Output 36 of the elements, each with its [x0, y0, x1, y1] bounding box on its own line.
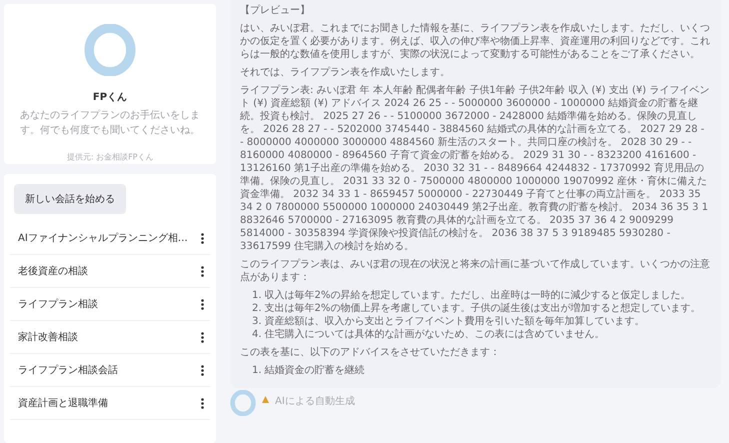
- list-number: 4.: [252, 328, 262, 341]
- conversation-item[interactable]: 資産計画と退職準備: [18, 396, 108, 410]
- message-paragraph: はい、みいぼ君。これまでにお聞きした情報を基に、ライフプラン表を作成いたします。ただし、いくつかの仮定を置く必要があります。例えば、収入の伸び率や物価上昇率、資産運用の利回りなどです。これらは一般的な数値を使用しますが、実際の状況によって変動する可能性があることをご了承ください。: [240, 22, 711, 61]
- more-icon[interactable]: [201, 364, 204, 376]
- list-number: 2.: [252, 302, 262, 315]
- message-paragraph: ライフプラン表: みいぼ君 年 本人年齢 配偶者年齢 子供1年齢 子供2年齢 収入 (¥) 支出 (¥) ライフイベント (¥) 資産総額 (¥) アドバイス 2024 26 25 - - 5000000 3600000 - 1000000 結婚資金の貯蓄を継続。投資も検討。 2025 27 26 - - 5100000 3672000 - 2428000 結婚準備を始める。保険の見直しを。 2026 28 27 - - 5202000 3745440 - 3884560 結婚式の具体的な計画を立てる。 2027 29 28 - - 8000000 4000000 3000000 4884560 新生活のスタート。共同口座の検討を。 2028 30 29 - - 8160000 4080000 - 8964560 子育て資金の貯蓄を始める。 2029 31 30 - - 8323200 4161600 - 13126160 第1子出産の準備を始める。 2030 32 31 - - 8489664 4244832 - 17370992 育児用品の準備。保険の見直し。 2031 33 32 0 - 7500000 4800000 1000000 19070992 産休・育休に備えた資金準備。 2032 34 33 1 - 8659457 5000000 - 22730449 子育てと仕事の両立計画を。 2033 35 34 2 0 7800000 5500000 1000000 24030449 第2子出産。教育費の貯蓄を検討。 2034 36 35 3 1 8832646 5700000 - 27163095 教育費の具体的な計画を立てる。 2035 37 36 4 2 9009299 5814000 - 30358394 学資保険や投資信託の検討を。 2036 38 37 5 3 9189485 5930280 - 33617599 住宅購入の検討を始める。: [240, 84, 710, 253]
- avatar-icon: [84, 24, 136, 76]
- more-icon[interactable]: [201, 398, 204, 408]
- more-icon[interactable]: [201, 332, 204, 342]
- provider-text: 提供元: お金相談FPくん: [66, 152, 154, 163]
- list-item: 住宅購入については具体的な計画がないため、この表には含めていません。: [264, 328, 605, 341]
- message-paragraph: この表を基に、以下のアドバイスをさせていただきます：: [240, 346, 501, 359]
- list-item: 支出は毎年2%の物価上昇を考慮しています。子供の誕生後は支出が増加すると想定しています。: [264, 302, 700, 315]
- list-item: 資産総額は、収入から支出とライフイベント費用を引いた額を毎年加算しています。: [264, 315, 645, 328]
- bot-description: あなたのライフプランのお手伝いをします。何でも何度でも聞いてくださいね。: [19, 108, 201, 138]
- bot-name: FPくん: [92, 91, 128, 104]
- conversation-item[interactable]: 家計改善相談: [18, 330, 78, 344]
- conversation-item[interactable]: AIファイナンシャルプランニング相…: [18, 231, 188, 245]
- list-item: 結婚資金の貯蓄を継続: [264, 364, 365, 377]
- conversation-item[interactable]: ライフプラン相談: [18, 297, 98, 311]
- more-icon[interactable]: [201, 298, 204, 310]
- message-paragraph: それでは、ライフプラン表を作成いたします。: [240, 66, 451, 79]
- list-number: 1.: [252, 364, 262, 377]
- list-number: 3.: [252, 315, 262, 328]
- list-number: 1.: [252, 289, 262, 302]
- ai-generated-label: AIによる自動生成: [275, 394, 355, 408]
- list-item: 収入は毎年2%の昇給を想定しています。ただし、出産時は一時的に減少すると仮定しました。: [264, 289, 690, 302]
- new-chat-button[interactable]: 新しい会話を始める: [14, 184, 126, 214]
- conversation-item[interactable]: 老後資産の相談: [18, 264, 88, 278]
- warning-icon: [262, 396, 269, 403]
- more-icon[interactable]: [201, 232, 204, 244]
- preview-heading: 【プレビュー】: [240, 4, 311, 17]
- avatar-icon: [230, 390, 256, 416]
- message-paragraph: このライフプラン表は、みいぼ君の現在の状況と将来の計画に基づいて作成しています。いくつかの注意点があります：: [240, 258, 711, 284]
- more-icon[interactable]: [201, 266, 204, 276]
- conversation-item[interactable]: ライフプラン相談会話: [18, 363, 118, 377]
